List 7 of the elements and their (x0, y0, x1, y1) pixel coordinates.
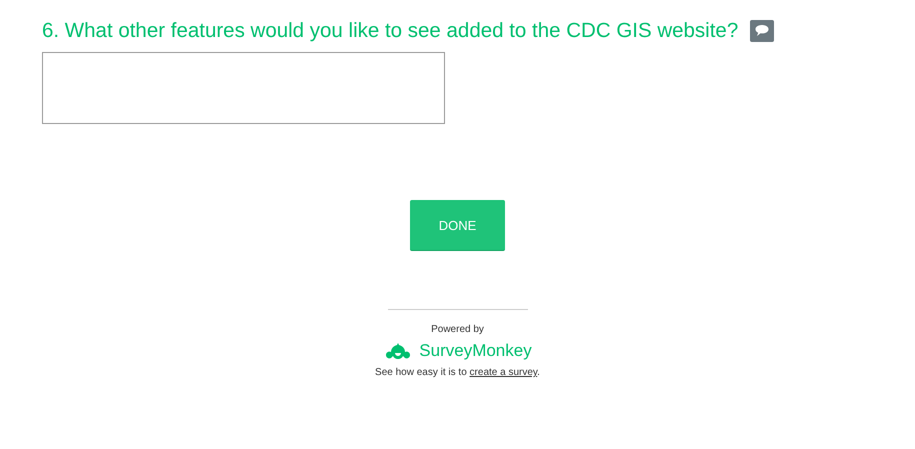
answer-field[interactable] (42, 52, 445, 124)
question-text: 6. What other features would you like to see added to the CDC GIS website? (42, 19, 738, 43)
comment-icon[interactable] (750, 20, 774, 42)
brand-name: SurveyMonkey (419, 341, 532, 361)
promo-sentence: See how easy it is to create a survey. (375, 367, 540, 378)
create-survey-link[interactable]: create a survey (470, 367, 538, 378)
powered-by-label: Powered by (431, 324, 484, 335)
